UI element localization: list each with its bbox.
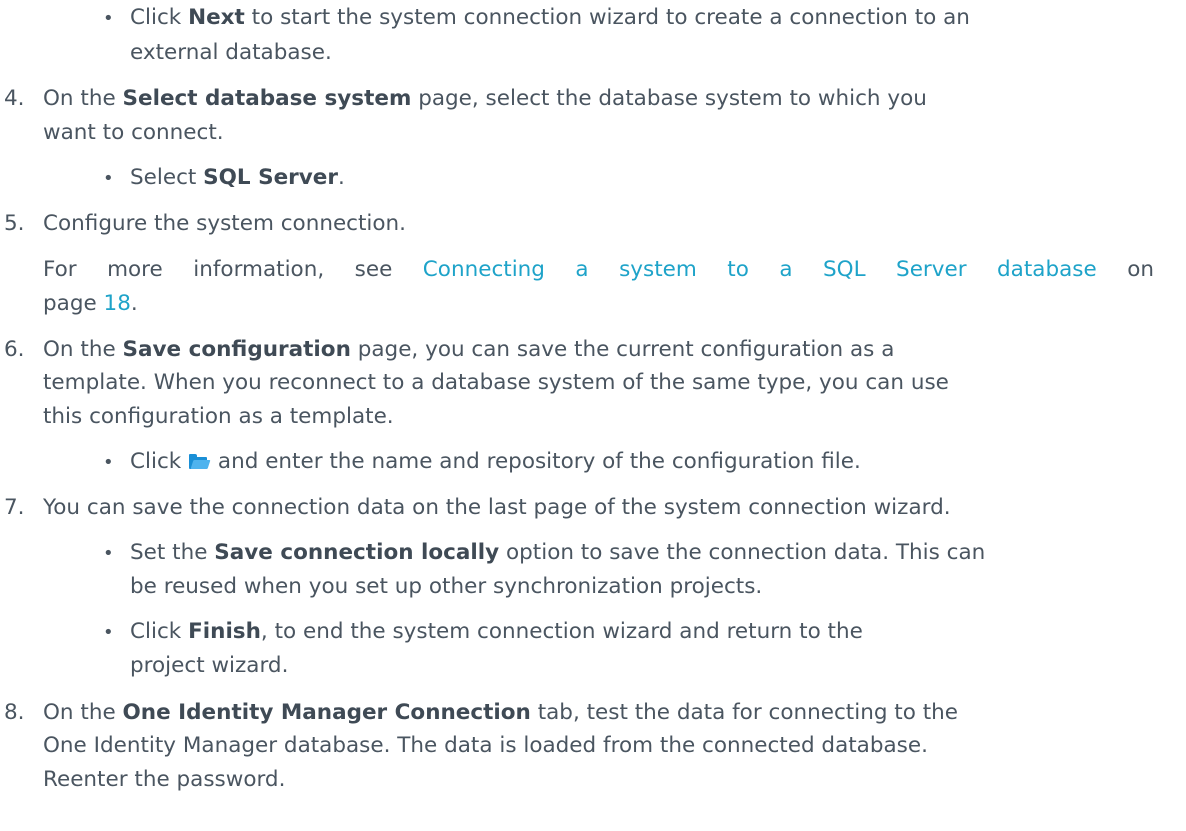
bullet-click-finish: Click Finish, to end the system connecti… xyxy=(130,619,863,644)
link-page-18[interactable]: 18 xyxy=(104,291,131,316)
step-8-text: On the One Identity Manager Connection t… xyxy=(43,700,959,725)
step-number: 8. xyxy=(4,700,25,725)
folder-open-icon xyxy=(189,454,211,469)
step-number: 4. xyxy=(4,86,25,111)
step-8-text-line2: One Identity Manager database. The data … xyxy=(43,733,928,758)
bullet-select-sql-server: Select SQL Server. xyxy=(130,165,345,190)
step-6-text: On the Save configuration page, you can … xyxy=(43,337,895,362)
bullet-marker: • xyxy=(103,622,114,643)
step-number: 5. xyxy=(4,211,25,236)
bullet-click-next-line2: external database. xyxy=(130,40,332,65)
step-7-text: You can save the connection data on the … xyxy=(43,495,951,520)
step-5-text: Configure the system connection. xyxy=(43,211,407,236)
bullet-marker: • xyxy=(103,8,114,29)
step-4-text-line2: want to connect. xyxy=(43,120,224,145)
bullet-marker: • xyxy=(103,543,114,564)
bullet-marker: • xyxy=(103,452,114,473)
bullet-save-locally: Set the Save connection locally option t… xyxy=(130,540,986,565)
step-4-text: On the Select database system page, sele… xyxy=(43,86,927,111)
step-5-info-line2: page 18. xyxy=(43,291,138,316)
bullet-click-next: Click Next to start the system connectio… xyxy=(130,5,970,30)
step-number: 6. xyxy=(4,337,25,362)
step-8-text-line3: Reenter the password. xyxy=(43,767,286,792)
bullet-click-finish-line2: project wizard. xyxy=(130,653,289,678)
bullet-click-folder: Click and enter the name and repository … xyxy=(130,449,861,474)
step-5-info: For more information, see Connecting a s… xyxy=(43,257,1154,282)
step-6-text-line3: this configuration as a template. xyxy=(43,404,394,429)
step-6-text-line2: template. When you reconnect to a databa… xyxy=(43,370,949,395)
bullet-save-locally-line2: be reused when you set up other synchron… xyxy=(130,574,763,599)
bullet-marker: • xyxy=(103,168,114,189)
step-number: 7. xyxy=(4,495,25,520)
link-connecting-sql-server[interactable]: Connecting a system to a SQL Server data… xyxy=(423,257,1097,282)
